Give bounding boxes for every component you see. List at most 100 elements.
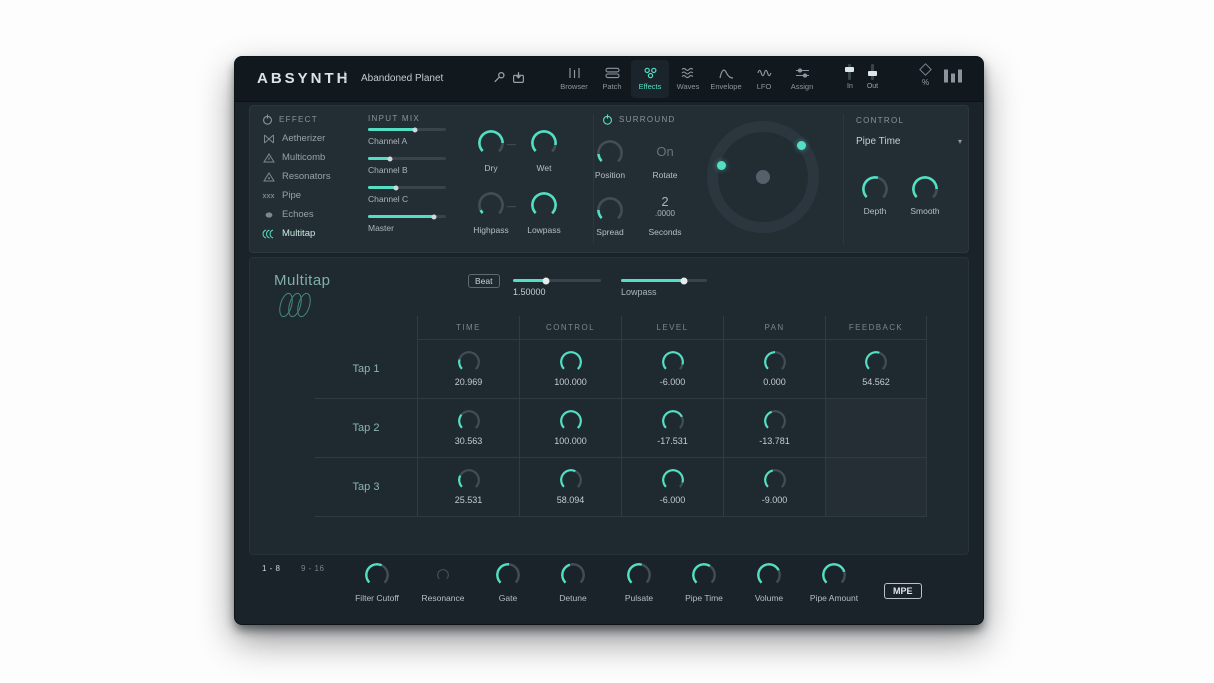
effect-item-resonators[interactable]: Resonators [262, 171, 331, 182]
menu-dots-icon[interactable]: ⋮ [339, 69, 351, 83]
tab-effects[interactable]: Effects [631, 60, 669, 98]
mpe-button[interactable]: MPE [884, 583, 922, 599]
multicomb-icon [262, 153, 275, 163]
tap1-pan-knob[interactable] [764, 351, 786, 373]
master-group: Master [368, 215, 468, 233]
tap1-control-knob[interactable] [560, 351, 582, 373]
tap3-control-knob[interactable] [560, 469, 582, 491]
effect-item-pipe[interactable]: Pipe [262, 190, 331, 201]
macro-gate: Gate [472, 563, 544, 603]
rotate-toggle[interactable]: On [635, 144, 695, 159]
control-target-dropdown[interactable]: Pipe Time ▾ [856, 136, 962, 147]
effect-item-multicomb[interactable]: Multicomb [262, 152, 331, 163]
macro-label: Filter Cutoff [355, 593, 399, 603]
gate-knob[interactable] [496, 563, 520, 587]
pulsate-knob[interactable] [627, 563, 651, 587]
highpass-knob[interactable] [478, 192, 504, 218]
tab-lfo[interactable]: LFO [745, 60, 783, 98]
waves-icon [681, 67, 696, 79]
tap1-feedback-cell: 54.562 [825, 340, 927, 399]
master-slider[interactable] [368, 215, 446, 218]
macro-label: Pulsate [625, 593, 653, 603]
diamond-icon [919, 63, 932, 76]
tab-browser[interactable]: Browser [555, 60, 593, 98]
power-icon[interactable] [262, 114, 273, 125]
rotate-label: Rotate [635, 170, 695, 180]
lowpass-knob[interactable] [531, 192, 557, 218]
tap2-control-knob[interactable] [560, 410, 582, 432]
tap3-pan-knob[interactable] [764, 469, 786, 491]
effect-item-label: Aetherizer [282, 133, 325, 144]
multitap-lowpass-slider[interactable] [621, 279, 707, 282]
pad-point-right[interactable] [797, 141, 806, 150]
tap2-control-value: 100.000 [554, 436, 587, 446]
channel-a-slider[interactable] [368, 128, 446, 131]
wet-label: Wet [517, 163, 571, 173]
macro-resonance: Resonance [407, 563, 479, 603]
col-header-time: TIME [417, 316, 519, 340]
tap1-feedback-knob[interactable] [865, 351, 887, 373]
effect-item-multitap[interactable]: Multitap [262, 228, 331, 239]
channel-b-slider[interactable] [368, 157, 446, 160]
tab-label: Patch [602, 82, 621, 91]
tab-patch[interactable]: Patch [593, 60, 631, 98]
beat-time-slider[interactable] [513, 279, 601, 282]
tap2-pan-knob[interactable] [764, 410, 786, 432]
input-meter[interactable]: In [847, 64, 853, 90]
surround-power-icon[interactable] [602, 114, 613, 125]
surround-xy-pad[interactable] [707, 121, 819, 233]
tap2-time-knob[interactable] [458, 410, 480, 432]
tap3-level-knob[interactable] [662, 469, 684, 491]
dry-knob[interactable] [478, 130, 504, 156]
spread-knob[interactable] [597, 197, 623, 223]
seconds-value[interactable]: 2 [635, 194, 695, 209]
pipe-amount-knob[interactable] [822, 563, 846, 587]
wet-knob[interactable] [531, 130, 557, 156]
volume-knob[interactable] [757, 563, 781, 587]
save-icon[interactable] [512, 71, 525, 84]
effect-item-aetherizer[interactable]: Aetherizer [262, 133, 331, 144]
pad-point-left[interactable] [717, 161, 726, 170]
input-meter-handle[interactable] [845, 67, 854, 72]
tab-envelope[interactable]: Envelope [707, 60, 745, 98]
channel-c-group: Channel C [368, 186, 468, 204]
pipe-icon [262, 191, 275, 201]
lowpass-label: Lowpass [509, 225, 579, 235]
input-meter-track [848, 64, 851, 80]
seconds-fraction[interactable]: .0000 [635, 209, 695, 218]
tab-assign[interactable]: Assign [783, 60, 821, 98]
chevron-down-icon: ▾ [958, 137, 962, 146]
tab-waves[interactable]: Waves [669, 60, 707, 98]
beat-time-value[interactable]: 1.50000 [513, 287, 546, 297]
output-meter-track [871, 64, 874, 80]
depth-knob[interactable] [862, 176, 888, 202]
bank-1-8-tab[interactable]: 1 - 8 [262, 564, 281, 573]
detune-knob[interactable] [561, 563, 585, 587]
pad-center-dot [756, 170, 770, 184]
tap3-time-knob[interactable] [458, 469, 480, 491]
position-knob[interactable] [597, 140, 623, 166]
filter-cutoff-knob[interactable] [365, 563, 389, 587]
master-label: Master [368, 223, 468, 233]
output-meter[interactable]: Out [867, 64, 878, 90]
macro-label: Detune [559, 593, 586, 603]
cpu-percent[interactable]: % [921, 65, 930, 87]
tap1-level-knob[interactable] [662, 351, 684, 373]
wrench-icon[interactable] [492, 71, 505, 84]
pipe-time-knob[interactable] [692, 563, 716, 587]
effect-item-label: Echoes [282, 209, 314, 220]
tap1-time-knob[interactable] [458, 351, 480, 373]
effect-item-echoes[interactable]: Echoes [262, 209, 331, 220]
channel-c-slider[interactable] [368, 186, 446, 189]
bank-9-16-tab[interactable]: 9 - 16 [301, 564, 324, 573]
preset-name[interactable]: Abandoned Planet [361, 73, 443, 84]
spread-label: Spread [580, 227, 640, 237]
envelope-icon [719, 67, 734, 79]
beat-button[interactable]: Beat [468, 274, 500, 288]
tap2-level-knob[interactable] [662, 410, 684, 432]
tab-label: Envelope [710, 82, 741, 91]
smooth-knob[interactable] [912, 176, 938, 202]
output-meter-handle[interactable] [868, 71, 877, 76]
tap1-time-cell: 20.969 [417, 340, 519, 399]
resonance-knob[interactable] [437, 569, 449, 581]
